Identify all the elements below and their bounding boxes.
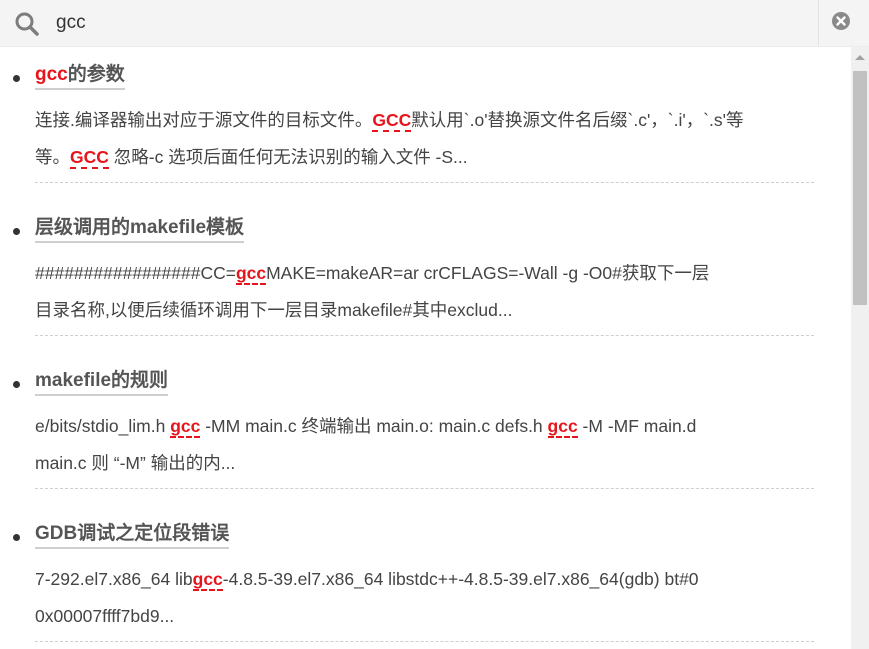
- search-bar: [0, 0, 869, 47]
- result-title[interactable]: makefile的规则: [35, 369, 169, 396]
- text-segment: 默认用`.o'替换源文件名后缀`.c'，`.i'，`.s'等: [411, 110, 744, 130]
- result-separator: [35, 335, 814, 336]
- text-segment: -MM main.c 终端输出 main.o: main.c defs.h: [200, 416, 548, 436]
- keyword-highlight: GCC: [70, 147, 109, 169]
- text-segment: #################CC=: [35, 263, 236, 283]
- text-segment: 层级调用的makefile模板: [35, 217, 245, 238]
- result-snippet-line: 0x00007ffff7bd9...: [35, 598, 815, 634]
- keyword-highlight: gcc: [235, 263, 267, 285]
- result-separator: [35, 182, 814, 183]
- text-segment: main.c 则 “-M” 输出的内...: [35, 453, 236, 473]
- result-title[interactable]: gcc的参数: [35, 63, 125, 90]
- text-segment: 的参数: [67, 64, 125, 85]
- text-segment: 等。: [35, 147, 70, 167]
- bullet: [13, 381, 20, 388]
- text-segment: 连接.编译器输出对应于源文件的目标文件。: [35, 110, 373, 130]
- text-segment: makefile的规则: [35, 370, 169, 391]
- result-snippet-line: e/bits/stdio_lim.h gcc -MM main.c 终端输出 m…: [35, 408, 815, 444]
- keyword-highlight: gcc: [170, 416, 201, 438]
- result-title[interactable]: 层级调用的makefile模板: [35, 216, 245, 243]
- result-snippet-line: 连接.编译器输出对应于源文件的目标文件。GCC默认用`.o'替换源文件名后缀`.…: [35, 102, 815, 138]
- result-snippet-line: 等。GCC 忽略-c 选项后面任何无法识别的输入文件 -S...: [35, 139, 815, 175]
- text-segment: -M -MF main.d: [577, 416, 697, 436]
- result-snippet-line: 目录名称,以便后续循环调用下一层目录makefile#其中exclud...: [35, 292, 815, 328]
- text-segment: GDB调试之定位段错误: [35, 523, 230, 544]
- keyword-highlight: gcc: [192, 569, 223, 591]
- result-separator: [35, 641, 814, 642]
- result-snippet-line: main.c 则 “-M” 输出的内...: [35, 445, 815, 481]
- vertical-scrollbar[interactable]: [851, 47, 869, 649]
- search-icon: [15, 12, 39, 36]
- results-list: gcc的参数 连接.编译器输出对应于源文件的目标文件。GCC默认用`.o'替换源…: [0, 47, 851, 649]
- text-segment: 7-292.el7.x86_64 lib: [35, 569, 193, 589]
- text-segment: e/bits/stdio_lim.h: [35, 416, 171, 436]
- divider: [818, 0, 819, 46]
- text-segment: -4.8.5-39.el7.x86_64 libstdc++-4.8.5-39.…: [222, 569, 699, 589]
- scroll-thumb[interactable]: [853, 71, 867, 305]
- text-segment: 0x00007ffff7bd9...: [35, 606, 175, 626]
- clear-icon[interactable]: [830, 10, 852, 32]
- keyword-highlight: gcc: [547, 416, 578, 438]
- result-separator: [35, 488, 814, 489]
- bullet: [13, 534, 20, 541]
- bullet: [13, 228, 20, 235]
- text-segment: 忽略-c 选项后面任何无法识别的输入文件 -S...: [108, 147, 468, 167]
- text-segment: 目录名称,以便后续循环调用下一层目录makefile#其中exclud...: [35, 300, 513, 320]
- search-input[interactable]: [56, 9, 796, 37]
- keyword-highlight: gcc: [35, 64, 68, 85]
- text-segment: MAKE=makeAR=ar crCFLAGS=-Wall -g -O0#获取下…: [266, 263, 710, 283]
- scroll-up-arrow-icon[interactable]: [855, 55, 865, 60]
- result-title[interactable]: GDB调试之定位段错误: [35, 522, 230, 549]
- result-snippet-line: #################CC=gccMAKE=makeAR=ar cr…: [35, 255, 815, 291]
- bullet: [13, 75, 20, 82]
- result-snippet-line: 7-292.el7.x86_64 libgcc-4.8.5-39.el7.x86…: [35, 561, 815, 597]
- keyword-highlight: GCC: [372, 110, 412, 132]
